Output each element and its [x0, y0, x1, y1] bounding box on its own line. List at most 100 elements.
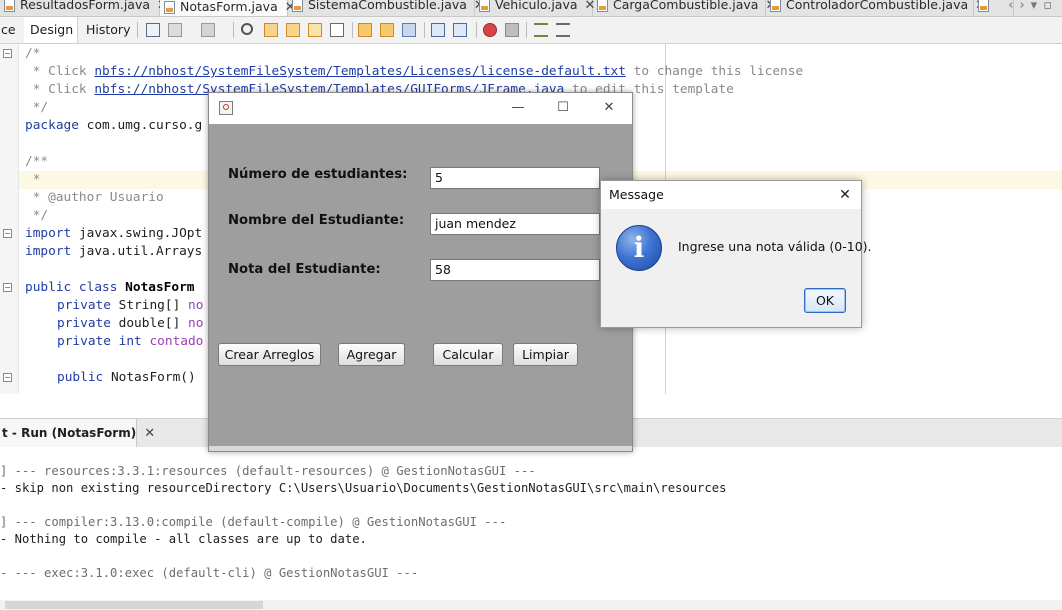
information-icon: i — [616, 225, 662, 271]
tab-resultadosform[interactable]: ResultadosForm.java✕ — [0, 0, 168, 16]
toggle-highlight-icon[interactable] — [330, 23, 344, 37]
code-line: */ — [25, 208, 49, 223]
tab-run-output[interactable]: t - Run (NotasForm) ✕ — [0, 419, 155, 447]
java-file-icon — [4, 0, 15, 12]
output-console[interactable]: ] --- resources:3.3.1:resources (default… — [0, 447, 1062, 600]
output-line: - Nothing to compile - all classes are u… — [0, 532, 367, 546]
editor-toolbar: ce Design History — [0, 17, 1062, 44]
output-line: - --- exec:3.1.0:exec (default-cli) @ Ge… — [0, 566, 419, 580]
ok-button[interactable]: OK — [804, 288, 846, 313]
close-icon[interactable]: ✕ — [835, 185, 855, 205]
code-line: /** — [25, 154, 49, 169]
dialog-title: Message — [609, 187, 664, 202]
code-link[interactable]: nbfs://nbhost/SystemFileSystem/Templates… — [94, 64, 626, 79]
fold-icon[interactable]: − — [3, 373, 12, 382]
code-line: private String[] no — [57, 298, 204, 313]
java-app-icon — [219, 101, 233, 115]
message-dialog: Message ✕ i Ingrese una nota válida (0-1… — [600, 180, 872, 328]
label-nota-estudiante: Nota del Estudiante: — [228, 262, 381, 277]
code-line: import javax.swing.JOpt — [25, 226, 203, 241]
nombre-estudiante-input[interactable]: juan mendez — [430, 213, 600, 235]
toolbar-separator — [424, 22, 425, 38]
code-line: package com.umg.curso.g — [25, 118, 203, 133]
code-line: private double[] no — [57, 316, 204, 331]
back-icon[interactable] — [168, 23, 182, 37]
toggle-bookmark-icon[interactable] — [402, 23, 416, 37]
scrollbar-thumb[interactable] — [5, 601, 263, 609]
agregar-button[interactable]: Agregar — [338, 343, 405, 366]
shift-left-icon[interactable] — [431, 23, 445, 37]
nota-estudiante-input[interactable]: 58 — [430, 259, 600, 281]
numero-estudiantes-input[interactable]: 5 — [430, 167, 600, 189]
fold-icon[interactable]: − — [3, 283, 12, 292]
code-line: * Click nbfs://nbhost/SystemFileSystem/T… — [25, 64, 804, 79]
code-line: public NotasForm() — [57, 370, 196, 385]
code-line: * @author Usuario — [25, 190, 164, 205]
notas-form-titlebar[interactable]: — ☐ ✕ — [209, 93, 632, 124]
start-macro-icon[interactable] — [483, 23, 497, 37]
crear-arreglos-button[interactable]: Crear Arreglos — [218, 343, 321, 366]
toolbar-separator — [352, 22, 353, 38]
tab-vehiculo[interactable]: Vehiculo.java ✕ — [475, 0, 595, 16]
code-line: */ — [25, 100, 49, 115]
java-file-icon — [978, 0, 989, 12]
minimize-icon[interactable]: — — [506, 98, 530, 118]
toolbar-separator — [137, 22, 138, 38]
notas-form-window: — ☐ ✕ Número de estudiantes: 5 Nombre de… — [208, 92, 633, 452]
output-line: ] --- resources:3.3.1:resources (default… — [0, 464, 536, 478]
java-file-icon — [770, 0, 781, 12]
find-icon[interactable] — [241, 23, 253, 35]
toolbar-separator — [476, 22, 477, 38]
stop-macro-icon[interactable] — [505, 23, 519, 37]
code-line: /* — [25, 46, 41, 61]
tab-label: Vehiculo.java — [495, 0, 578, 12]
editor-gutter: − − − − — [0, 44, 19, 394]
maximize-icon[interactable]: ☐ — [551, 98, 575, 118]
java-file-icon — [479, 0, 490, 12]
uncomment-icon[interactable] — [556, 23, 570, 37]
tab-sistemacombustible[interactable]: SistemaCombustible.java✕ — [288, 0, 485, 16]
tab-label: NotasForm.java — [180, 0, 278, 14]
tab-scroll-arrows[interactable]: ‹›▾▫ — [1008, 0, 1058, 13]
code-line: public class NotasForm — [25, 280, 195, 295]
output-tab-label: t - Run (NotasForm) — [2, 426, 137, 440]
tab-label: CargaCombustible.java — [613, 0, 759, 12]
tab-label: SistemaCombustible.java — [308, 0, 467, 12]
next-bookmark-icon[interactable] — [380, 23, 394, 37]
comment-icon[interactable] — [534, 23, 548, 37]
code-line: private int contado — [57, 334, 204, 349]
shift-right-icon[interactable] — [453, 23, 467, 37]
toolbar-separator — [233, 22, 234, 38]
tab-source[interactable]: ce — [0, 17, 24, 43]
limpiar-button[interactable]: Limpiar — [513, 343, 578, 366]
close-icon[interactable]: ✕ — [597, 98, 621, 118]
notas-form-content: Número de estudiantes: 5 Nombre del Estu… — [209, 124, 632, 446]
label-nombre-estudiante: Nombre del Estudiante: — [228, 213, 405, 228]
horizontal-scrollbar[interactable] — [0, 600, 1062, 610]
tab-history[interactable]: History — [80, 17, 132, 43]
toolbar-separator — [526, 22, 527, 38]
close-icon[interactable]: ✕ — [144, 426, 155, 441]
code-line: * — [25, 172, 41, 187]
fold-icon[interactable]: − — [3, 49, 12, 58]
fold-icon[interactable]: − — [3, 229, 12, 238]
find-next-icon[interactable] — [286, 23, 300, 37]
last-edit-icon[interactable] — [146, 23, 160, 37]
find-selection-icon[interactable] — [308, 23, 322, 37]
tab-cargacombustible[interactable]: CargaCombustible.java✕ — [593, 0, 776, 16]
find-previous-icon[interactable] — [264, 23, 278, 37]
output-line: - skip non existing resourceDirectory C:… — [0, 481, 727, 495]
message-dialog-titlebar[interactable]: Message ✕ — [601, 181, 861, 209]
calcular-button[interactable]: Calcular — [433, 343, 503, 366]
dialog-message: Ingrese una nota válida (0-10). — [678, 239, 872, 254]
window-bottom-edge — [209, 446, 632, 451]
java-file-icon — [164, 1, 175, 14]
tab-label: ControladorCombustible.java — [786, 0, 969, 12]
previous-bookmark-icon[interactable] — [358, 23, 372, 37]
tab-design[interactable]: Design — [24, 17, 78, 43]
forward-icon[interactable] — [201, 23, 215, 37]
tab-notasform[interactable]: NotasForm.java ✕ — [160, 0, 296, 16]
java-file-icon — [292, 0, 303, 12]
label-numero-estudiantes: Número de estudiantes: — [228, 167, 408, 182]
tab-controladorcombustible[interactable]: ControladorCombustible.java✕ — [766, 0, 986, 16]
